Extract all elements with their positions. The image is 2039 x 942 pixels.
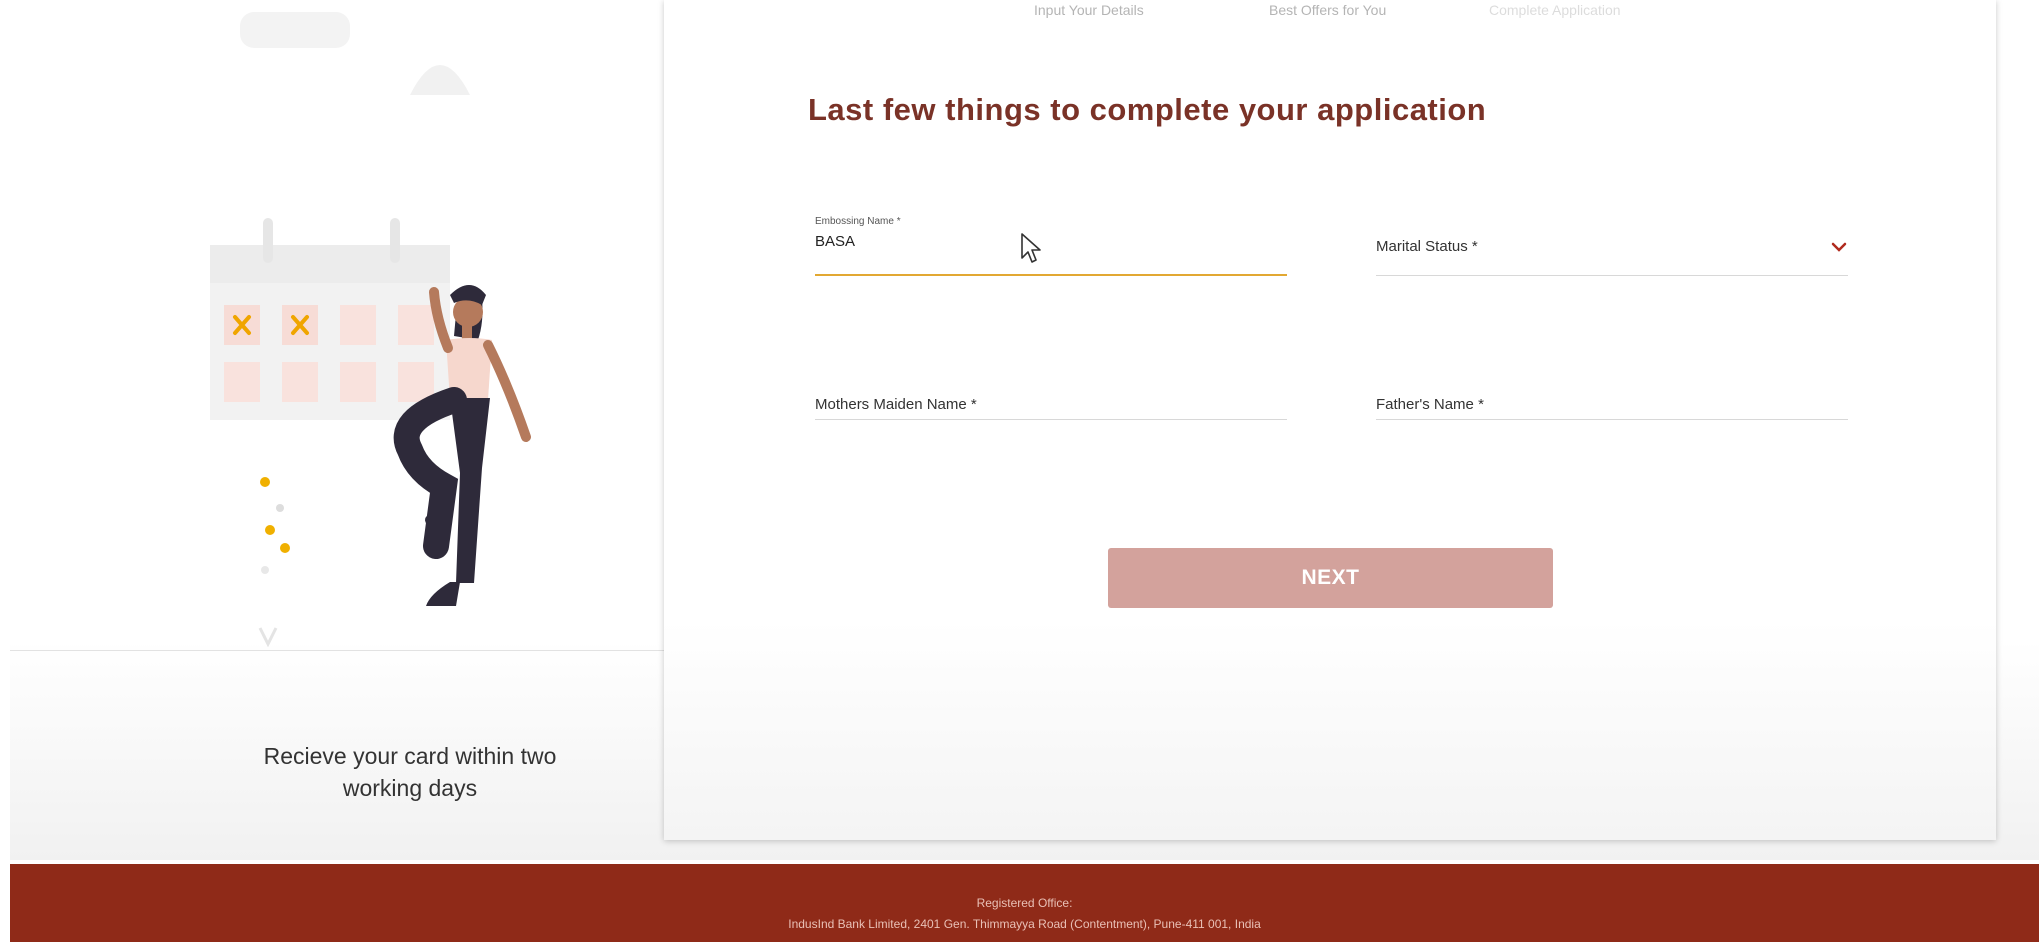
marital-status-select[interactable]: Marital Status *	[1376, 216, 1848, 276]
step-best-offers: Best Offers for You	[1269, 2, 1387, 18]
mouse-pointer-icon	[1021, 233, 1041, 263]
marital-status-underline	[1376, 275, 1848, 276]
page-title: Last few things to complete your applica…	[808, 92, 1487, 127]
promo-caption: Recieve your card within two working day…	[210, 740, 610, 804]
footer-registered-office-label: Registered Office:	[976, 896, 1073, 910]
promo-caption-line-2: working days	[342, 775, 478, 801]
calendar-woman-illustration	[210, 12, 531, 648]
embossing-name-field[interactable]: Embossing Name *	[815, 216, 1287, 276]
embossing-name-label: Embossing Name *	[815, 216, 901, 227]
application-form-card: Input Your Details Best Offers for You C…	[664, 0, 1996, 840]
mothers-maiden-name-label: Mothers Maiden Name *	[815, 396, 977, 413]
left-promo-panel: Recieve your card within two working day…	[10, 0, 665, 860]
step-complete-application: Complete Application	[1489, 2, 1621, 18]
step-input-details: Input Your Details	[1034, 2, 1144, 18]
promo-caption-line-1: Recieve your card within two	[263, 743, 557, 769]
panel-divider	[10, 650, 665, 651]
fathers-name-label: Father's Name *	[1376, 396, 1484, 413]
marital-status-label: Marital Status *	[1376, 238, 1478, 255]
fathers-name-underline	[1376, 419, 1848, 420]
progress-steps: Input Your Details Best Offers for You C…	[664, 0, 1996, 20]
fathers-name-field[interactable]: Father's Name *	[1376, 360, 1848, 420]
mothers-maiden-name-field[interactable]: Mothers Maiden Name *	[815, 360, 1287, 420]
embossing-name-underline	[815, 274, 1287, 276]
mothers-maiden-name-underline	[815, 419, 1287, 420]
footer: Registered Office: IndusInd Bank Limited…	[10, 864, 2039, 942]
next-button[interactable]: NEXT	[1108, 548, 1553, 608]
chevron-down-icon[interactable]	[1830, 238, 1848, 256]
footer-address: IndusInd Bank Limited, 2401 Gen. Thimmay…	[788, 917, 1261, 931]
